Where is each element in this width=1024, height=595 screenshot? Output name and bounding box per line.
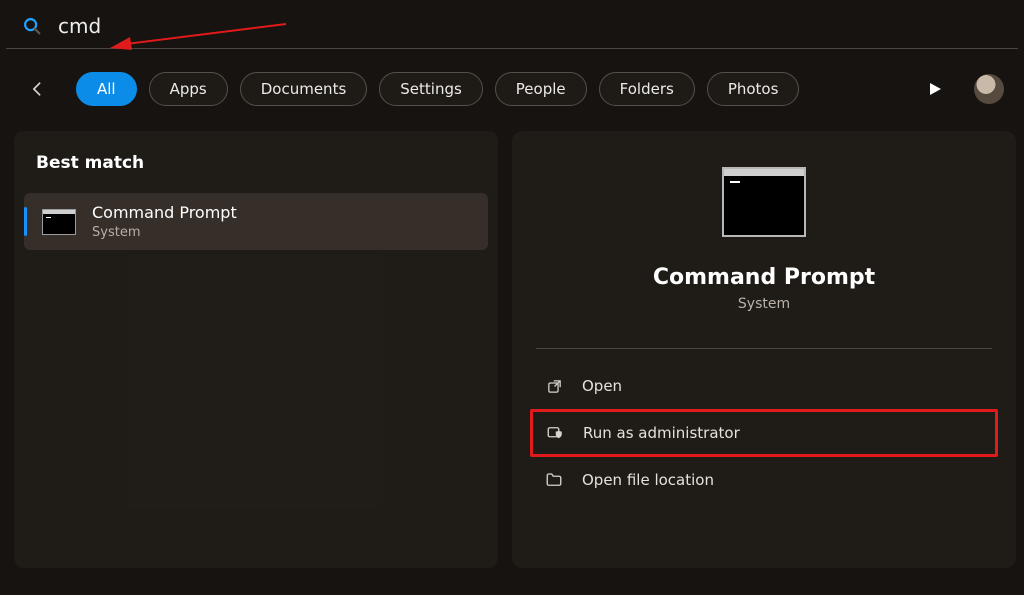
action-open[interactable]: Open	[530, 363, 998, 409]
detail-app-icon	[722, 167, 806, 237]
filter-settings[interactable]: Settings	[379, 72, 483, 106]
details-pane: Command Prompt System Open	[512, 131, 1016, 568]
filter-people[interactable]: People	[495, 72, 587, 106]
result-text-group: Command Prompt System	[92, 203, 237, 240]
action-list: Open Run as administrator Open file	[512, 363, 1016, 503]
action-open-file-location[interactable]: Open file location	[530, 457, 998, 503]
result-subtitle: System	[92, 225, 237, 240]
action-label: Open file location	[582, 471, 714, 489]
result-item-command-prompt[interactable]: Command Prompt System	[24, 193, 488, 250]
folder-icon	[544, 470, 564, 490]
filter-all[interactable]: All	[76, 72, 137, 106]
open-external-icon	[544, 376, 564, 396]
detail-header: Command Prompt System	[512, 167, 1016, 312]
action-label: Run as administrator	[583, 424, 740, 442]
best-match-label: Best match	[14, 153, 498, 193]
preview-play-button[interactable]	[924, 78, 946, 100]
filter-photos[interactable]: Photos	[707, 72, 800, 106]
detail-divider	[536, 348, 992, 349]
header-right-tools	[924, 74, 1004, 104]
search-icon	[20, 14, 44, 38]
result-title: Command Prompt	[92, 203, 237, 222]
search-input[interactable]	[58, 14, 1006, 38]
filter-folders[interactable]: Folders	[599, 72, 695, 106]
results-pane: Best match Command Prompt System	[14, 131, 498, 568]
command-prompt-icon	[42, 209, 76, 235]
back-button[interactable]	[20, 71, 56, 107]
filter-documents[interactable]: Documents	[240, 72, 368, 106]
filter-row: All Apps Documents Settings People Folde…	[0, 49, 1024, 131]
search-bar	[0, 0, 1024, 48]
filter-apps[interactable]: Apps	[149, 72, 228, 106]
content-area: Best match Command Prompt System Command…	[0, 131, 1024, 576]
user-avatar[interactable]	[974, 74, 1004, 104]
admin-shield-icon	[545, 423, 565, 443]
action-label: Open	[582, 377, 622, 395]
action-run-as-administrator[interactable]: Run as administrator	[530, 409, 998, 457]
detail-title: Command Prompt	[653, 265, 875, 290]
detail-subtitle: System	[738, 296, 790, 312]
